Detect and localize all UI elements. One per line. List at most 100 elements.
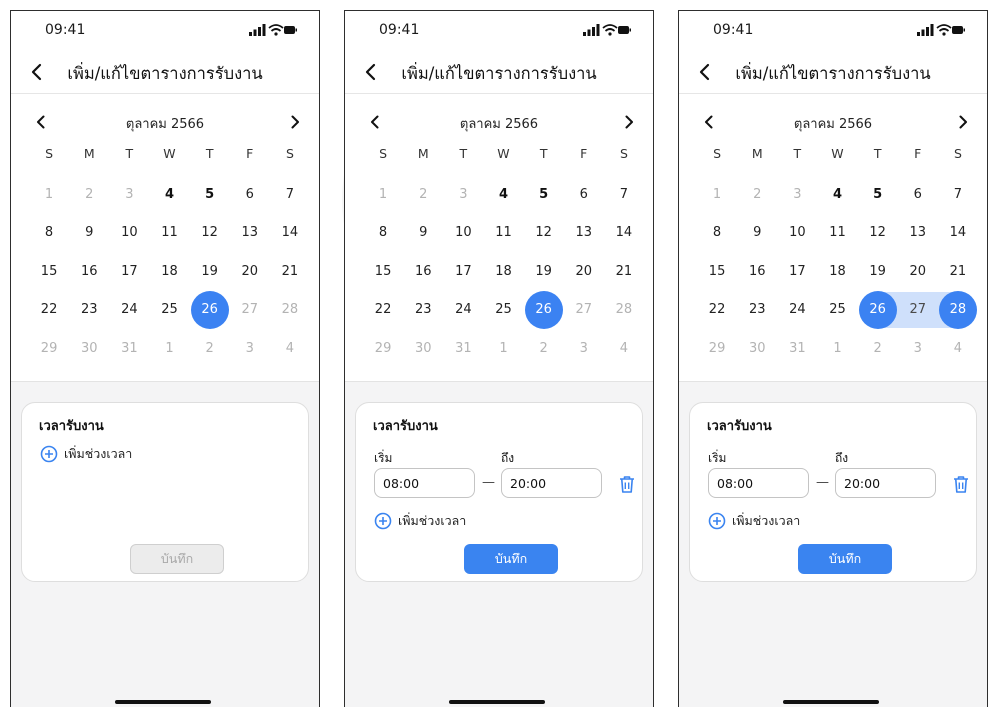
calendar-day[interactable]: 4 xyxy=(938,329,978,368)
calendar-day[interactable]: 6 xyxy=(898,175,938,214)
calendar-day[interactable]: 10 xyxy=(777,214,817,253)
calendar-day[interactable]: 13 xyxy=(898,214,938,253)
calendar-day[interactable]: 14 xyxy=(604,214,644,253)
calendar-day[interactable]: 2 xyxy=(403,175,443,214)
calendar-day[interactable]: 3 xyxy=(777,175,817,214)
trash-icon[interactable] xyxy=(952,474,970,494)
calendar-day[interactable]: 1 xyxy=(29,175,69,214)
calendar-day[interactable]: 2 xyxy=(190,329,230,368)
calendar-day[interactable]: 18 xyxy=(483,252,523,291)
calendar-day[interactable]: 2 xyxy=(737,175,777,214)
calendar-day[interactable]: 3 xyxy=(443,175,483,214)
calendar-day[interactable]: 11 xyxy=(817,214,857,253)
calendar-day[interactable]: 10 xyxy=(109,214,149,253)
calendar-day[interactable]: 16 xyxy=(403,252,443,291)
calendar-day[interactable]: 23 xyxy=(737,291,777,330)
calendar-day[interactable]: 29 xyxy=(697,329,737,368)
calendar-day[interactable]: 11 xyxy=(149,214,189,253)
save-button[interactable]: บันทึก xyxy=(464,544,558,574)
calendar-day[interactable]: 2 xyxy=(69,175,109,214)
calendar-day[interactable]: 8 xyxy=(363,214,403,253)
calendar-day[interactable]: 18 xyxy=(149,252,189,291)
calendar-day[interactable]: 21 xyxy=(938,252,978,291)
calendar-day[interactable]: 26 xyxy=(190,291,230,330)
calendar-day[interactable]: 9 xyxy=(403,214,443,253)
calendar-day[interactable]: 30 xyxy=(403,329,443,368)
calendar-day[interactable]: 31 xyxy=(777,329,817,368)
calendar-day[interactable]: 26 xyxy=(858,291,898,330)
calendar-day[interactable]: 6 xyxy=(230,175,270,214)
calendar-day[interactable]: 27 xyxy=(564,291,604,330)
calendar-day[interactable]: 11 xyxy=(483,214,523,253)
calendar-day[interactable]: 7 xyxy=(938,175,978,214)
calendar-day[interactable]: 5 xyxy=(190,175,230,214)
chevron-right-icon[interactable] xyxy=(619,112,639,132)
calendar-day[interactable]: 13 xyxy=(230,214,270,253)
calendar-day[interactable]: 15 xyxy=(697,252,737,291)
calendar-day[interactable]: 24 xyxy=(109,291,149,330)
calendar-day[interactable]: 3 xyxy=(564,329,604,368)
add-time-slot-button[interactable]: เพิ่มช่วงเวลา xyxy=(374,510,466,532)
calendar-day[interactable]: 12 xyxy=(190,214,230,253)
calendar-day[interactable]: 22 xyxy=(29,291,69,330)
calendar-day[interactable]: 4 xyxy=(270,329,310,368)
calendar-day[interactable]: 27 xyxy=(898,291,938,330)
calendar-day[interactable]: 7 xyxy=(604,175,644,214)
calendar-day[interactable]: 14 xyxy=(938,214,978,253)
calendar-day[interactable]: 29 xyxy=(363,329,403,368)
calendar-day[interactable]: 27 xyxy=(230,291,270,330)
calendar-day[interactable]: 16 xyxy=(737,252,777,291)
calendar-day[interactable]: 9 xyxy=(737,214,777,253)
calendar-day[interactable]: 28 xyxy=(938,291,978,330)
calendar-day[interactable]: 21 xyxy=(604,252,644,291)
calendar-day[interactable]: 21 xyxy=(270,252,310,291)
calendar-day[interactable]: 25 xyxy=(149,291,189,330)
calendar-day[interactable]: 24 xyxy=(443,291,483,330)
calendar-day[interactable]: 28 xyxy=(270,291,310,330)
calendar-day[interactable]: 1 xyxy=(817,329,857,368)
start-time-input[interactable] xyxy=(708,468,809,498)
calendar-day[interactable]: 4 xyxy=(149,175,189,214)
calendar-day[interactable]: 30 xyxy=(69,329,109,368)
calendar-day[interactable]: 20 xyxy=(230,252,270,291)
calendar-day[interactable]: 19 xyxy=(858,252,898,291)
calendar-day[interactable]: 5 xyxy=(858,175,898,214)
calendar-day[interactable]: 30 xyxy=(737,329,777,368)
calendar-day[interactable]: 10 xyxy=(443,214,483,253)
calendar-day[interactable]: 16 xyxy=(69,252,109,291)
calendar-day[interactable]: 8 xyxy=(29,214,69,253)
calendar-day[interactable]: 26 xyxy=(524,291,564,330)
chevron-right-icon[interactable] xyxy=(285,112,305,132)
calendar-day[interactable]: 22 xyxy=(363,291,403,330)
calendar-day[interactable]: 20 xyxy=(898,252,938,291)
calendar-day[interactable]: 7 xyxy=(270,175,310,214)
calendar-day[interactable]: 23 xyxy=(69,291,109,330)
calendar-day[interactable]: 14 xyxy=(270,214,310,253)
chevron-right-icon[interactable] xyxy=(953,112,973,132)
save-button[interactable]: บันทึก xyxy=(130,544,224,574)
end-time-input[interactable] xyxy=(501,468,602,498)
calendar-day[interactable]: 17 xyxy=(109,252,149,291)
add-time-slot-button[interactable]: เพิ่มช่วงเวลา xyxy=(40,443,132,465)
calendar-day[interactable]: 4 xyxy=(604,329,644,368)
calendar-day[interactable]: 19 xyxy=(190,252,230,291)
calendar-day[interactable]: 3 xyxy=(109,175,149,214)
calendar-day[interactable]: 25 xyxy=(483,291,523,330)
calendar-day[interactable]: 1 xyxy=(363,175,403,214)
calendar-day[interactable]: 6 xyxy=(564,175,604,214)
calendar-day[interactable]: 15 xyxy=(29,252,69,291)
calendar-day[interactable]: 13 xyxy=(564,214,604,253)
calendar-day[interactable]: 17 xyxy=(777,252,817,291)
calendar-day[interactable]: 1 xyxy=(149,329,189,368)
calendar-day[interactable]: 17 xyxy=(443,252,483,291)
calendar-day[interactable]: 8 xyxy=(697,214,737,253)
calendar-day[interactable]: 1 xyxy=(483,329,523,368)
start-time-input[interactable] xyxy=(374,468,475,498)
calendar-day[interactable]: 9 xyxy=(69,214,109,253)
calendar-day[interactable]: 12 xyxy=(524,214,564,253)
calendar-day[interactable]: 3 xyxy=(898,329,938,368)
calendar-day[interactable]: 12 xyxy=(858,214,898,253)
calendar-day[interactable]: 31 xyxy=(109,329,149,368)
calendar-day[interactable]: 1 xyxy=(697,175,737,214)
calendar-day[interactable]: 2 xyxy=(524,329,564,368)
